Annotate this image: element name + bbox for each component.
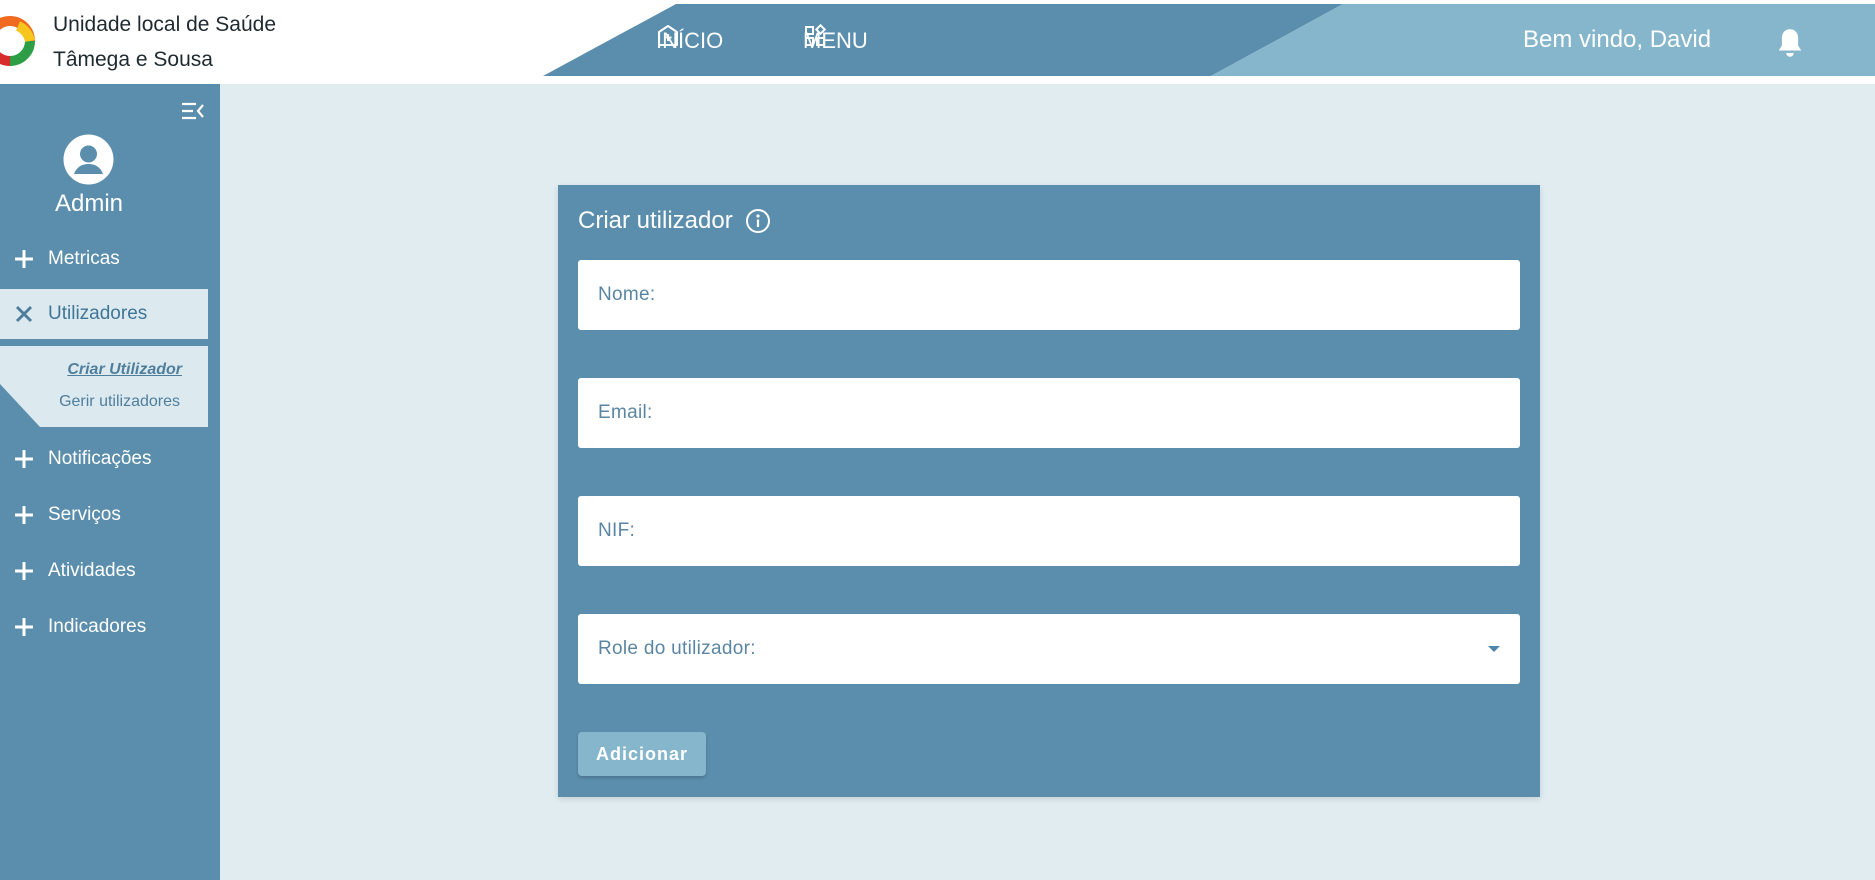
bell-icon[interactable] [1775,26,1805,60]
nif-field[interactable]: NIF: [578,496,1520,566]
chevron-down-icon [1488,646,1500,652]
nome-field-label: Nome: [598,284,656,305]
sidebar-item-utilizadores[interactable]: Utilizadores [0,289,208,339]
sidebar-item-label: Atividades [48,560,136,581]
plus-icon [15,618,33,636]
sidebar-item-label: Serviços [48,504,121,525]
card-title: Criar utilizador [578,207,733,234]
avatar-icon [63,134,114,185]
plus-icon [15,450,33,468]
nav-inicio[interactable]: INÍCIO [656,24,723,58]
top-header: Unidade local de Saúde Tâmega e Sousa IN… [0,0,1875,84]
submenu-notch-shape [0,384,40,427]
welcome-message: Bem vindo, David [1523,26,1712,53]
email-field-label: Email: [598,402,653,423]
sidebar-item-atividades[interactable]: Atividades [0,546,208,596]
submenu-link-criar-utilizador[interactable]: Criar Utilizador [67,361,182,379]
sidebar-item-label: Notificações [48,448,152,469]
info-icon[interactable] [745,208,771,234]
plus-icon [15,506,33,524]
collapse-menu-icon[interactable] [180,100,206,122]
user-role: Admin [54,190,124,217]
email-field[interactable]: Email: [578,378,1520,448]
sidebar-item-metricas[interactable]: Metricas [0,234,208,284]
grid-widgets-icon [805,24,827,46]
logo-icon [0,16,35,66]
brand: Unidade local de Saúde Tâmega e Sousa [0,0,540,84]
nav-menu[interactable]: MENU [803,24,868,58]
create-user-card: Criar utilizador Nome: Email: NIF: Role … [558,185,1540,797]
close-icon [15,305,33,323]
adicionar-button[interactable]: Adicionar [578,732,706,776]
card-header: Criar utilizador [578,207,771,235]
hospital-plus-icon [658,25,678,46]
plus-icon [15,562,33,580]
sidebar-item-label: Utilizadores [48,303,148,324]
role-select[interactable]: Role do utilizador: [578,614,1520,684]
brand-name: Unidade local de Saúde Tâmega e Sousa [53,7,276,77]
sidebar-item-servicos[interactable]: Serviços [0,490,208,540]
role-select-label: Role do utilizador: [598,638,756,659]
brand-line-1: Unidade local de Saúde [53,13,277,36]
sidebar-item-notificacoes[interactable]: Notificações [0,434,208,484]
submenu-utilizadores: Criar Utilizador Gerir utilizadores [0,343,208,427]
brand-line-2: Tâmega e Sousa [53,48,213,71]
submenu-link-gerir-utilizadores[interactable]: Gerir utilizadores [59,393,180,411]
sidebar-item-label: Indicadores [48,616,147,637]
plus-icon [15,250,33,268]
nome-field[interactable]: Nome: [578,260,1520,330]
sidebar: Admin Metricas Utilizadores Criar Utiliz… [0,84,220,880]
nif-field-label: NIF: [598,520,636,541]
sidebar-item-indicadores[interactable]: Indicadores [0,602,208,652]
sidebar-item-label: Metricas [48,248,120,269]
